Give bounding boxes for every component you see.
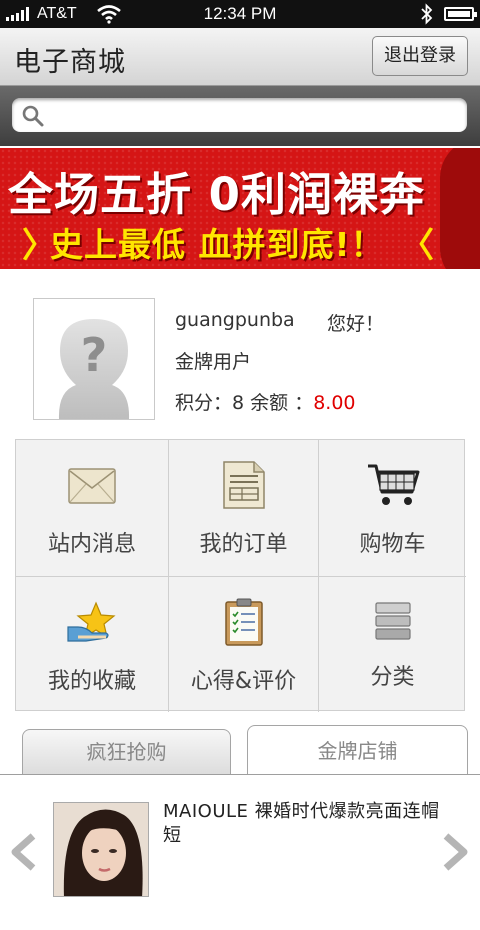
stack-icon — [374, 602, 411, 640]
banner-spark-right-icon: 〈 — [400, 226, 434, 266]
balance-label: 余额 ： — [244, 392, 314, 414]
battery-icon — [444, 7, 477, 21]
mail-icon — [68, 468, 116, 504]
grid-item-label: 心得&评价 — [190, 669, 297, 694]
grid-item-label: 分类 — [370, 665, 415, 690]
shopping-cart-icon — [367, 464, 419, 505]
banner-figure — [440, 148, 480, 269]
search-icon — [22, 105, 44, 127]
grid-item-cart[interactable]: 购物车 — [319, 440, 466, 577]
document-icon — [222, 461, 265, 509]
search-box[interactable] — [12, 98, 467, 132]
username: guangpunba — [175, 309, 295, 331]
avatar-placeholder-icon: ? — [58, 319, 130, 419]
tab-flash-sale[interactable]: 疯狂抢购 — [22, 729, 231, 775]
avatar[interactable]: ? — [33, 298, 155, 420]
grid-item-messages[interactable]: 站内消息 — [16, 440, 169, 577]
star-hand-icon — [67, 601, 116, 642]
banner-headline: 全场五折 0利润裸奔 — [8, 168, 425, 221]
promo-banner[interactable]: 全场五折 0利润裸奔 〉 史上最低 血拼到底!！ 〈 — [0, 148, 480, 269]
page-title: 电子商城 — [14, 47, 126, 78]
member-level: 金牌用户 — [175, 351, 252, 373]
status-bar: AT&T 12:34 PM — [0, 0, 480, 28]
title-bar: 电子商城 退出登录 — [0, 28, 480, 86]
product-photo — [54, 803, 148, 896]
clock: 12:34 PM — [203, 4, 277, 23]
points-value: 8 — [232, 392, 245, 414]
grid-item-reviews[interactable]: 心得&评价 — [169, 577, 319, 712]
clipboard-icon — [224, 598, 263, 646]
bluetooth-icon — [421, 3, 433, 25]
grid-item-categories[interactable]: 分类 — [319, 577, 466, 712]
banner-subline: 史上最低 血拼到底!！ — [50, 225, 385, 264]
grid-item-label: 购物车 — [359, 532, 426, 557]
product-image[interactable] — [53, 802, 149, 897]
points-balance: 积分：8 余额 ：8.00 — [175, 388, 356, 415]
grid-item-orders[interactable]: 我的订单 — [169, 440, 319, 577]
points-label: 积分： — [175, 392, 233, 414]
grid-item-favorites[interactable]: 我的收藏 — [16, 577, 169, 712]
tab-gold-stores[interactable]: 金牌店铺 — [247, 725, 468, 775]
tabs-divider — [0, 774, 480, 775]
product-title[interactable]: MAIOULE 裸婚时代爆款亮面连帽短 — [163, 800, 453, 848]
chevron-left-icon[interactable] — [9, 832, 39, 872]
grid-item-label: 我的订单 — [199, 532, 288, 557]
menu-grid: 站内消息 我的订单 购物车 我的收藏 心得&评价 分类 — [15, 439, 466, 712]
logout-button[interactable]: 退出登录 — [372, 36, 468, 76]
svg-text:?: ? — [81, 328, 108, 382]
balance-value: 8.00 — [313, 392, 356, 414]
chevron-right-icon[interactable] — [440, 832, 470, 872]
grid-item-label: 我的收藏 — [47, 669, 136, 694]
search-bar — [0, 86, 480, 146]
search-input[interactable] — [50, 102, 455, 128]
greeting: 您好！ — [327, 313, 385, 335]
grid-item-label: 站内消息 — [47, 532, 136, 557]
